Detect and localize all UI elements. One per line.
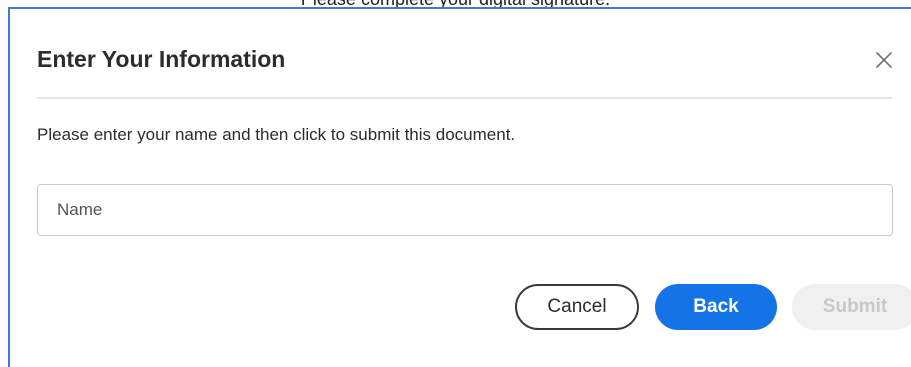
dialog-instructions: Please enter your name and then click to… bbox=[37, 125, 516, 144]
back-button[interactable]: Back bbox=[655, 284, 777, 330]
header-divider bbox=[37, 97, 892, 99]
name-input[interactable] bbox=[37, 184, 893, 236]
submit-button[interactable]: Submit bbox=[792, 284, 911, 330]
cancel-button[interactable]: Cancel bbox=[515, 284, 639, 330]
close-button[interactable] bbox=[872, 48, 896, 72]
close-icon bbox=[876, 52, 892, 68]
dialog-title: Enter Your Information bbox=[37, 46, 286, 72]
